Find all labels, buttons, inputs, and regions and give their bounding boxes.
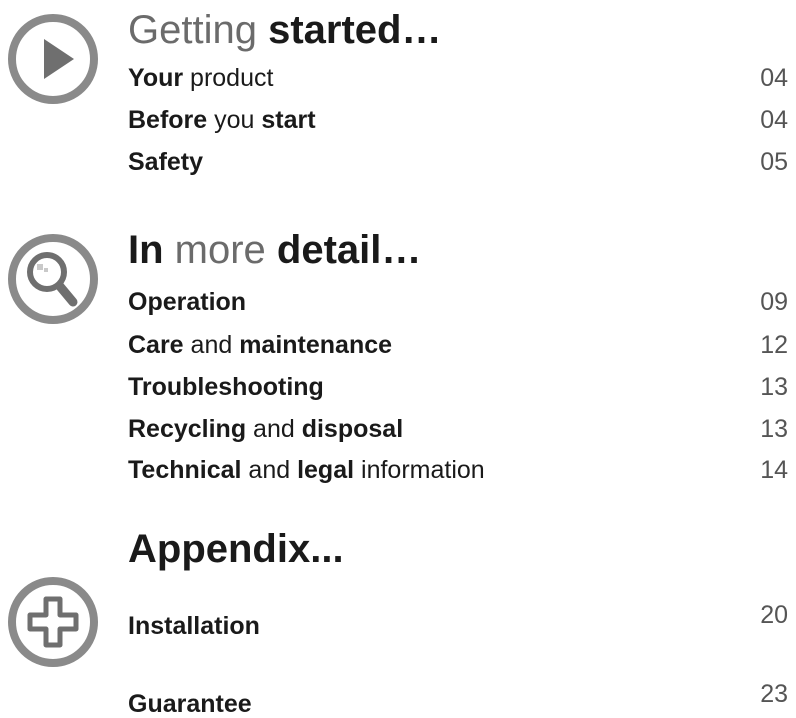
page-number: 13: [760, 373, 788, 401]
section-heading-appendix: Appendix...: [128, 529, 344, 569]
entry-text: Guarantee: [128, 690, 252, 718]
entry-text: Troubleshooting: [128, 373, 324, 401]
toc-entry-your-product[interactable]: Your product: [128, 64, 273, 92]
page-number: 05: [760, 148, 788, 176]
entry-text: product: [183, 64, 274, 92]
entry-text: disposal: [301, 415, 404, 443]
entry-text: maintenance: [239, 331, 393, 359]
entry-text: Care: [128, 331, 184, 359]
entry-text: you: [207, 106, 262, 134]
heading-text: In: [128, 228, 164, 272]
entry-text: legal: [297, 456, 355, 484]
toc-entry-recycling-and-disposal[interactable]: Recycling and disposal: [128, 415, 403, 443]
entry-text: Installation: [128, 612, 260, 640]
page-number: 23: [760, 680, 788, 708]
entry-text: Your: [128, 64, 184, 92]
toc-entry-installation[interactable]: Installation: [128, 612, 260, 640]
heading-text: more: [163, 228, 277, 272]
page-number: 09: [760, 288, 788, 316]
plus-icon: [6, 575, 100, 669]
entry-text: Recycling: [128, 415, 247, 443]
section-heading-in-more-detail: In more detail…: [128, 230, 421, 270]
toc-entry-operation[interactable]: Operation: [128, 288, 246, 316]
entry-text: Operation: [128, 288, 247, 316]
heading-text: started…: [268, 8, 442, 52]
toc-entry-troubleshooting[interactable]: Troubleshooting: [128, 373, 324, 401]
entry-text: start: [261, 106, 316, 134]
heading-text: Getting: [128, 8, 269, 52]
heading-text: Appendix...: [128, 527, 344, 571]
entry-text: and: [241, 456, 298, 484]
entry-text: and: [183, 331, 240, 359]
entry-text: information: [354, 456, 485, 484]
toc-entry-before-you-start[interactable]: Before you start: [128, 106, 316, 134]
page-number: 04: [760, 64, 788, 92]
entry-text: Technical: [128, 456, 242, 484]
page-number: 14: [760, 456, 788, 484]
heading-text: detail…: [276, 228, 422, 272]
page-number: 12: [760, 331, 788, 359]
toc-entry-guarantee[interactable]: Guarantee: [128, 690, 252, 718]
page-number: 04: [760, 106, 788, 134]
toc-entry-safety[interactable]: Safety: [128, 148, 203, 176]
section-heading-getting-started: Getting started…: [128, 10, 441, 50]
magnifier-icon: [6, 232, 100, 326]
page-number: 20: [760, 601, 788, 629]
entry-text: Safety: [128, 148, 204, 176]
entry-text: Before: [128, 106, 208, 134]
page-number: 13: [760, 415, 788, 443]
toc-entry-care-and-maintenance[interactable]: Care and maintenance: [128, 331, 392, 359]
entry-text: and: [246, 415, 302, 443]
toc-entry-technical-and-legal-information[interactable]: Technical and legal information: [128, 456, 485, 484]
play-icon: [6, 12, 100, 106]
